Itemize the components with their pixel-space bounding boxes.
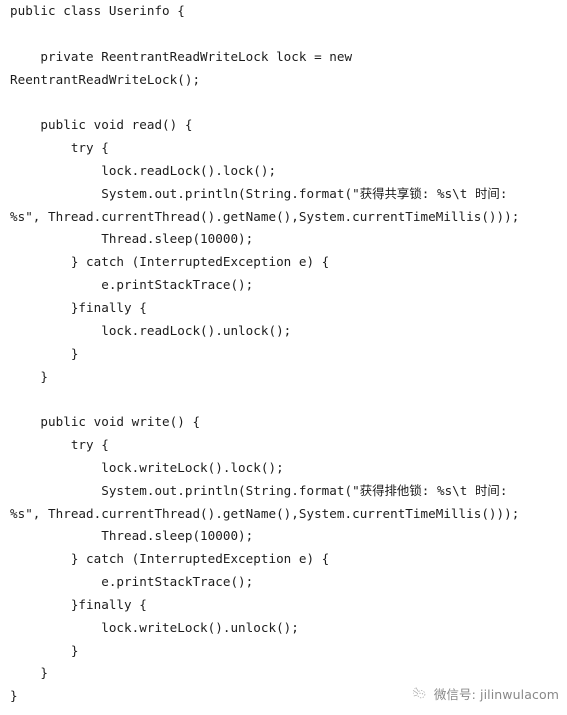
code-line: }: [10, 345, 79, 361]
cjk-text: 时间: [474, 185, 500, 201]
code-line: e.printStackTrace();: [10, 277, 254, 293]
cjk-text: 获得共享锁: [359, 185, 422, 201]
code-line: System.out.println(String.format("获得排他锁:…: [10, 482, 508, 498]
code-line: %s", Thread.currentThread().getName(),Sy…: [10, 208, 520, 224]
code-line: private ReentrantReadWriteLock lock = ne…: [10, 48, 353, 64]
code-line: public class Userinfo {: [10, 3, 185, 18]
code-line: lock.readLock().lock();: [10, 162, 277, 178]
code-line: Thread.sleep(10000);: [10, 528, 254, 544]
code-line: %s", Thread.currentThread().getName(),Sy…: [10, 505, 520, 521]
code-line: try {: [10, 437, 109, 453]
code-line: } catch (InterruptedException e) {: [10, 551, 330, 567]
watermark-label: 微信号: jilinwulacom: [433, 687, 559, 702]
code-line: lock.writeLock().lock();: [10, 459, 284, 475]
code-line: }: [10, 368, 49, 384]
code-line: lock.readLock().unlock();: [10, 322, 292, 338]
code-line: public void write() {: [10, 414, 201, 430]
code-line: } catch (InterruptedException e) {: [10, 254, 330, 270]
wechat-sparkle-logo-icon: [412, 687, 426, 699]
cjk-text: 获得排他锁: [359, 482, 422, 498]
code-line: }finally {: [10, 596, 147, 612]
code-line: Thread.sleep(10000);: [10, 231, 254, 247]
code-line: lock.writeLock().unlock();: [10, 619, 299, 635]
code-line: public void read() {: [10, 117, 193, 133]
cjk-text: 时间: [474, 482, 500, 498]
code-line: }finally {: [10, 299, 147, 315]
code-listing: public class Userinfo { private Reentran…: [0, 0, 567, 715]
watermark: 微信号: jilinwulacom: [412, 684, 559, 703]
code-line: e.printStackTrace();: [10, 574, 254, 590]
code-line: ReentrantReadWriteLock();: [10, 71, 201, 87]
code-line: System.out.println(String.format("获得共享锁:…: [10, 185, 508, 201]
code-line: }: [10, 665, 49, 681]
code-line: try {: [10, 140, 109, 156]
code-line: }: [10, 642, 79, 658]
